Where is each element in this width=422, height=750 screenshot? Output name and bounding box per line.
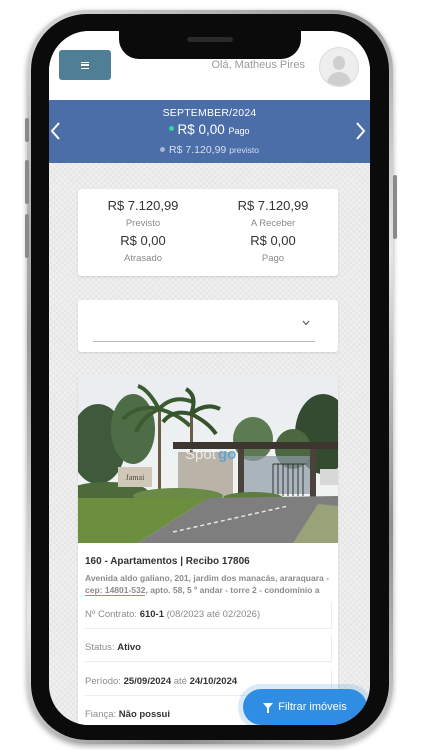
period-end: 24/10/2024 [189,676,238,687]
phone-notch [119,31,301,59]
summary-right-column: R$ 7.120,99 A Receber R$ 0,00 Pago [208,198,338,266]
watermark-suffix: go [218,446,236,463]
period-start: 25/09/2024 [123,676,172,687]
property-address: Avenida aldo galiano, 201, jardim dos ma… [85,573,329,595]
app-screen: Olá, Matheus Pires SEPTEMBER/2024 R$ 0,0… [49,31,370,725]
status-row: Status: Ativo [85,635,332,662]
expected-amount: R$ 7.120,99 [107,198,179,213]
volume-up-button [25,160,29,204]
watermark-prefix: Spot [185,446,217,463]
status-label: Status: [85,642,115,653]
period-label: Período: [85,676,121,687]
expected-label: previsto [229,145,259,155]
guarantee-value: Não possui [118,709,170,720]
paid-dot-icon [169,125,175,131]
hamburger-icon [81,61,89,69]
paid-total: R$ 0,00 Pago [49,122,370,137]
contract-number: 610-1 [139,609,164,620]
summary-left-column: R$ 7.120,99 Previsto R$ 0,00 Atrasado [78,198,208,266]
chevron-right-icon[interactable] [353,120,367,147]
month-title: SEPTEMBER/2024 [162,107,257,119]
power-button [393,175,397,239]
property-select[interactable] [78,300,338,352]
select-underline [93,341,315,342]
receivable-amount-label: A Receber [250,218,296,229]
chevron-down-icon [302,318,310,329]
menu-button[interactable] [59,50,111,80]
property-photo: Jamai Spot go [78,374,338,543]
paid-amount: R$ 0,00 [250,233,296,248]
address-underline [85,595,145,596]
contract-row: Nº Contrato: 610-1 (08/2023 até 02/2026) [85,602,332,629]
mute-switch [25,118,29,142]
sign-text: Jamai [126,473,145,482]
expected-total: R$ 7.120,99 previsto [49,144,370,156]
paid-label: Pago [228,126,250,136]
expected-value: R$ 7.120,99 [169,144,227,156]
period-connector: até [173,676,187,687]
paid-amount-label: Pago [261,253,285,264]
property-title: 160 - Apartamentos | Recibo 17806 [85,556,250,567]
expected-amount-label: Previsto [125,218,161,229]
expected-dot-icon [160,146,166,152]
property-card[interactable]: Jamai Spot go 160 - Apartamentos | Recib… [78,374,338,725]
summary-card: R$ 7.120,99 Previsto R$ 0,00 Atrasado R$… [78,189,338,276]
guarantee-label: Fiança: [85,709,117,720]
user-greeting: Olá, Matheus Pires [211,59,305,71]
receivable-amount: R$ 7.120,99 [237,198,309,213]
avatar[interactable] [319,47,359,87]
overdue-amount-label: Atrasado [123,253,163,264]
user-silhouette-icon [333,56,345,70]
overdue-amount: R$ 0,00 [120,233,166,248]
month-banner: SEPTEMBER/2024 R$ 0,00 Pago R$ 7.120,99 … [49,100,370,163]
filter-properties-button[interactable]: Filtrar imóveis [243,689,367,725]
contract-label: Nº Contrato: [85,609,138,620]
filter-button-label: Filtrar imóveis [278,701,347,713]
contract-range: (08/2023 até 02/2026) [166,609,261,620]
filter-icon [263,703,274,713]
paid-value: R$ 0,00 [177,122,225,137]
phone-speaker [187,37,233,42]
status-value: Ativo [117,642,141,653]
volume-down-button [25,214,29,258]
